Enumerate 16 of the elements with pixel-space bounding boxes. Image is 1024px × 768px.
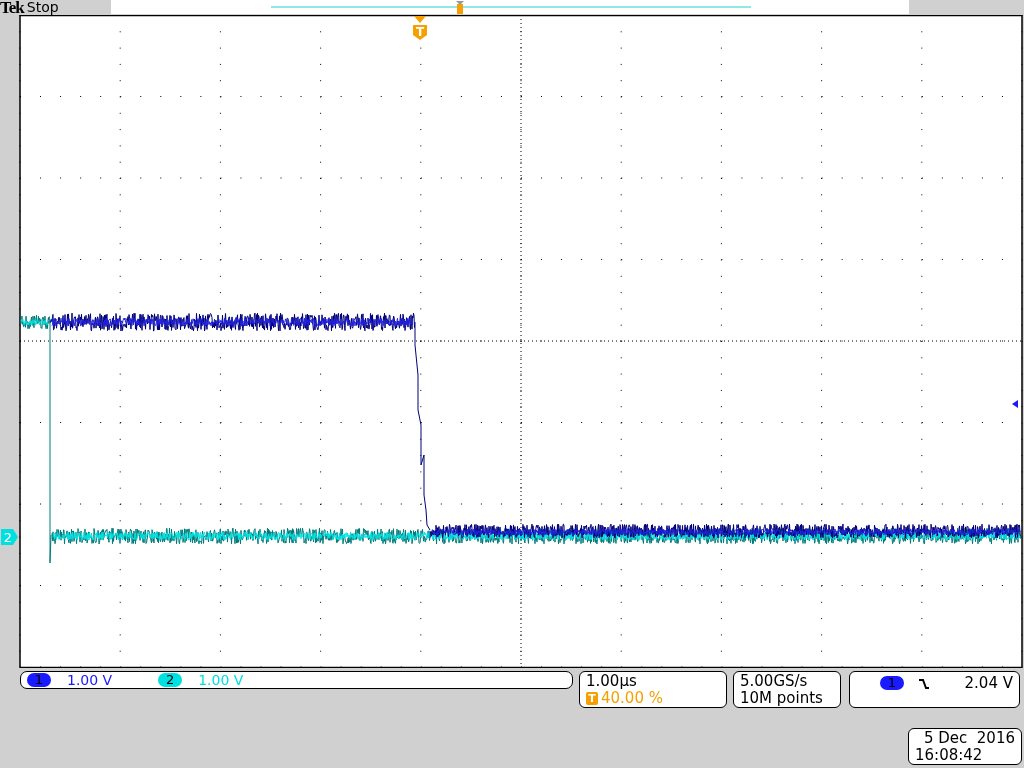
channel-badge[interactable]: 2: [158, 673, 183, 687]
sample-rate: 5.00GS/s: [740, 673, 809, 690]
trigger-level-icon: [1012, 400, 1018, 408]
trigger-level: 2.04 V: [964, 676, 1013, 691]
date: 5 Dec 2016: [922, 730, 1015, 747]
time-scale: 1.00µs: [586, 673, 638, 690]
channel-marker: 2: [1, 529, 18, 545]
acquisition-state: Stop: [26, 0, 60, 15]
trigger-source-badge: 1: [880, 676, 904, 690]
brand-logo: Tek: [0, 0, 24, 15]
channel-scale: 1.00 V: [67, 672, 113, 688]
channel-scale: 1.00 V: [198, 672, 244, 688]
trigger-position-badge: T: [586, 692, 598, 705]
record-length: 10M points: [740, 690, 824, 707]
time: 16:08:42: [915, 747, 984, 764]
trigger-position: 40.00 %: [601, 690, 663, 707]
